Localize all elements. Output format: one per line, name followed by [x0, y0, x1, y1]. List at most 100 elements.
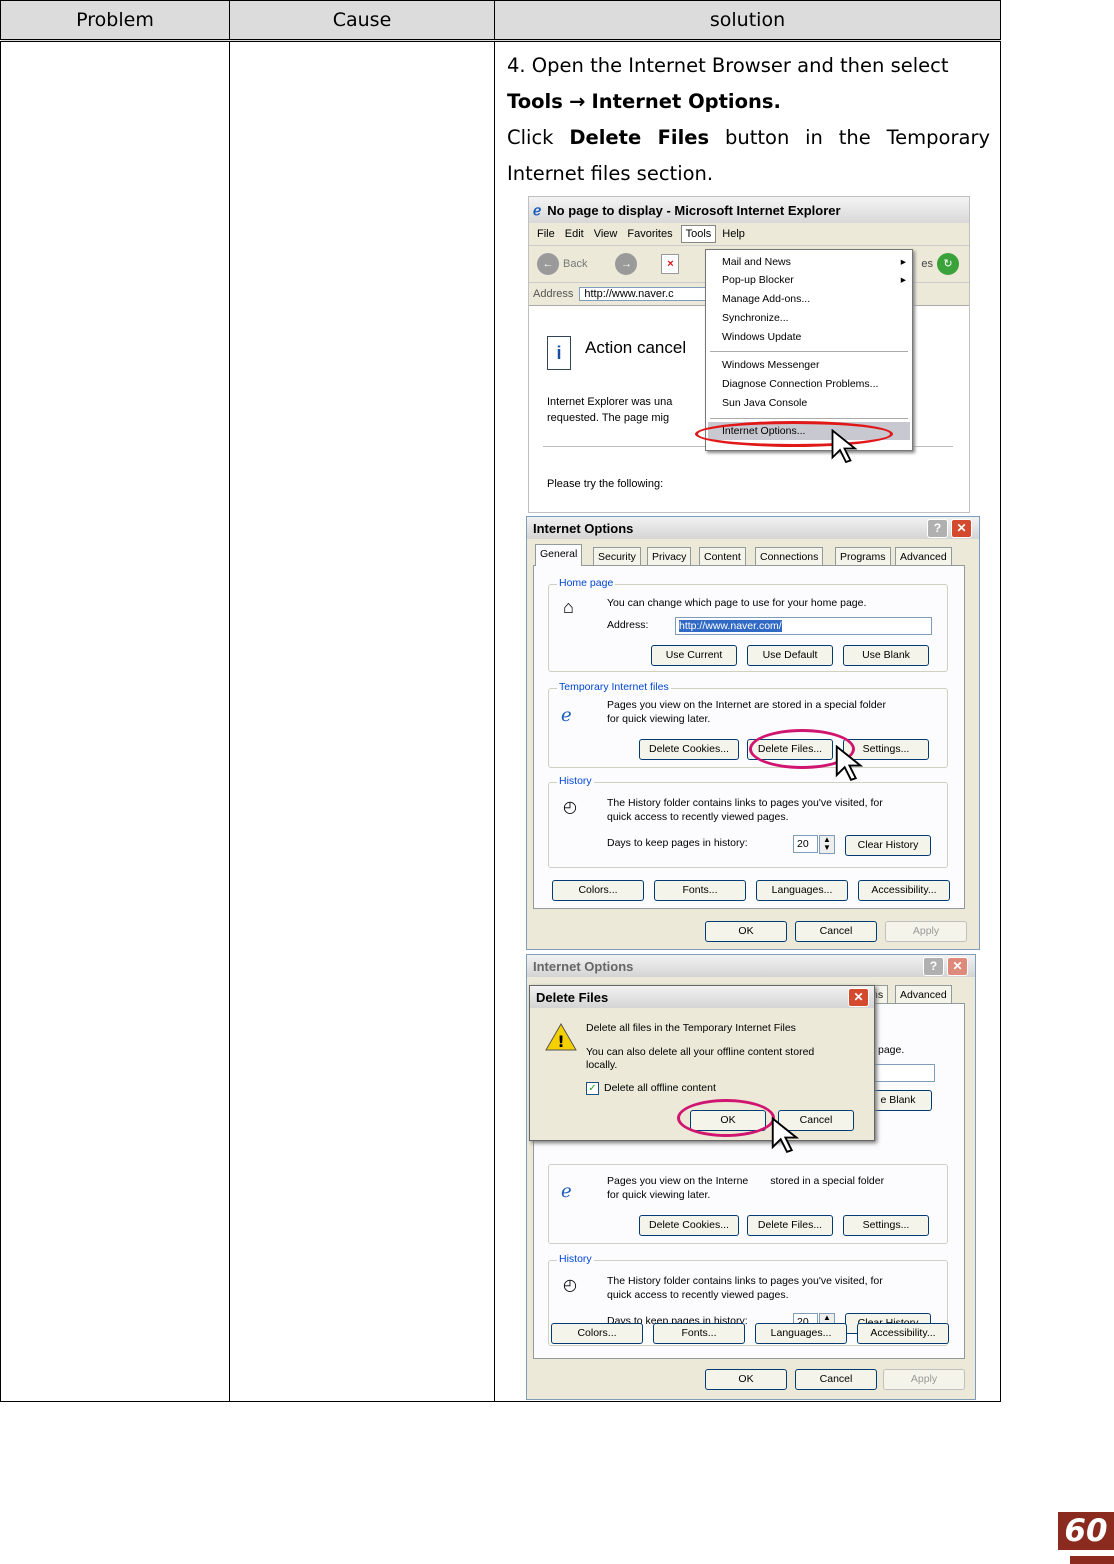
ie-menubar: File Edit View Favorites Tools Help [529, 223, 969, 246]
home-address-input[interactable]: http://www.naver.com/ [675, 617, 932, 635]
menu-item-diagnose[interactable]: Diagnose Connection Problems... [722, 378, 878, 390]
tools-word: Tools [507, 90, 563, 113]
tab-connections[interactable]: Connections [755, 547, 824, 566]
forward-arrow-icon[interactable]: → [615, 253, 638, 275]
stop-icon[interactable]: × [661, 254, 680, 274]
languages-button[interactable]: Languages... [756, 880, 848, 901]
offline-checkbox-label: Delete all offline content [604, 1082, 716, 1094]
history-text-2: quick access to recently viewed pages. [607, 1289, 789, 1301]
home-page-group: Home page ⌂ You can change which page to… [548, 577, 948, 672]
mouse-cursor-icon [835, 745, 864, 781]
clear-history-button[interactable]: Clear History [845, 835, 931, 856]
solution-text: 4. Open the Internet Browser and then se… [507, 48, 990, 192]
page-number: 60 [1058, 1512, 1114, 1550]
menu-favorites[interactable]: Favorites [627, 228, 672, 240]
colors-button[interactable]: Colors... [552, 880, 644, 901]
use-default-button[interactable]: Use Default [747, 645, 833, 666]
menu-item-java[interactable]: Sun Java Console [722, 397, 807, 409]
delete-dialog-titlebar: Delete Files [530, 986, 874, 1008]
cancel-button[interactable]: Cancel [795, 921, 877, 942]
click-word: Click [507, 126, 554, 149]
back-arrow-icon[interactable]: ← [537, 253, 559, 275]
tab-privacy[interactable]: Privacy [647, 547, 692, 566]
mouse-cursor-icon [831, 429, 858, 464]
tab-advanced[interactable]: Advanced [895, 547, 952, 566]
help-icon[interactable]: ? [927, 519, 948, 538]
temp-text-1: Pages you view on the Internet are store… [607, 699, 886, 711]
header-solution: solution [494, 0, 1001, 42]
page-text-2: requested. The page mig [547, 412, 670, 424]
ie-window-screenshot: ℯ No page to display - Microsoft Interne… [528, 196, 970, 513]
days-spinner-icon[interactable]: ▲▼ [819, 835, 835, 854]
header-problem: Problem [0, 0, 230, 42]
info-icon: i [547, 336, 571, 370]
tab-programs[interactable]: Programs [835, 547, 891, 566]
history-icon: ◴ [563, 799, 577, 816]
back-label[interactable]: Back [563, 258, 587, 270]
menu-item-popup[interactable]: Pop-up Blocker [722, 274, 794, 286]
close-icon[interactable]: ✕ [848, 988, 869, 1007]
address-label: Address [533, 288, 574, 300]
behind-text: page. [878, 1044, 905, 1056]
days-input[interactable]: 20 [793, 835, 818, 853]
settings-button[interactable]: Settings... [843, 1215, 929, 1236]
apply-button[interactable]: Apply [885, 921, 967, 942]
page-heading: Action cancel [585, 338, 687, 357]
ok-button[interactable]: OK [705, 921, 787, 942]
tab-security[interactable]: Security [593, 547, 641, 566]
days-label: Days to keep pages in history: [607, 837, 748, 849]
address-input[interactable]: http://www.naver.c [579, 287, 710, 301]
tab-general[interactable]: General [535, 544, 583, 566]
menu-item-mail[interactable]: Mail and News [722, 256, 791, 268]
menu-file[interactable]: File [537, 228, 555, 240]
internet-options-word: Internet Options. [591, 90, 781, 113]
ok-button[interactable]: OK [705, 1369, 787, 1390]
temp-files-group: Temporary Internet files ℯ Pages you vie… [548, 681, 948, 768]
io-title-inactive: Internet Options [533, 958, 634, 974]
home-address-value: http://www.naver.com/ [679, 620, 782, 632]
menu-item-messenger[interactable]: Windows Messenger [722, 359, 819, 371]
cancel-button[interactable]: Cancel [795, 1369, 877, 1390]
accessibility-button[interactable]: Accessibility... [857, 1323, 949, 1344]
menu-item-update[interactable]: Windows Update [722, 331, 801, 343]
offline-checkbox[interactable]: ✓ [586, 1082, 599, 1095]
delete-cookies-button[interactable]: Delete Cookies... [639, 739, 739, 760]
step-line: 4. Open the Internet Browser and then se… [507, 54, 949, 77]
colors-button[interactable]: Colors... [551, 1323, 643, 1344]
menu-item-sync[interactable]: Synchronize... [722, 312, 789, 324]
temp-text-a: Pages you view on the Interne [607, 1175, 749, 1187]
ie-titlebar: ℯ No page to display - Microsoft Interne… [529, 197, 969, 223]
menu-item-addons[interactable]: Manage Add-ons... [722, 293, 810, 305]
menu-help[interactable]: Help [722, 228, 745, 240]
ie-logo-icon: ℯ [533, 201, 542, 218]
address-label: Address: [607, 619, 649, 631]
fonts-button[interactable]: Fonts... [653, 1323, 745, 1344]
temp-files-label: Temporary Internet files [557, 681, 671, 693]
delete-files-screenshot: Internet Options ? ✕ ns Advanced page. e… [526, 954, 976, 1400]
submenu-arrow-icon: ▸ [900, 274, 906, 286]
use-blank-button[interactable]: Use Blank [843, 645, 929, 666]
menu-edit[interactable]: Edit [565, 228, 584, 240]
languages-button[interactable]: Languages... [755, 1323, 847, 1344]
accessibility-button[interactable]: Accessibility... [858, 880, 950, 901]
close-icon[interactable]: ✕ [947, 957, 968, 976]
tab-content[interactable]: Content [699, 547, 746, 566]
history-text-1: The History folder contains links to pag… [607, 1275, 883, 1287]
delete-files-button[interactable]: Delete Files... [747, 1215, 833, 1236]
general-panel: Home page ⌂ You can change which page to… [533, 565, 965, 909]
apply-button[interactable]: Apply [883, 1369, 965, 1390]
delete-cookies-button[interactable]: Delete Cookies... [639, 1215, 739, 1236]
help-icon[interactable]: ? [923, 957, 944, 976]
menu-view[interactable]: View [594, 228, 618, 240]
menu-tools[interactable]: Tools [680, 225, 717, 243]
media-icon[interactable]: ↻ [937, 253, 959, 275]
ie-folder-icon: ℯ [561, 1181, 572, 1201]
submenu-arrow-icon: ▸ [900, 256, 906, 268]
tab-advanced[interactable]: Advanced [895, 985, 952, 1004]
use-current-button[interactable]: Use Current [651, 645, 737, 666]
close-icon[interactable]: ✕ [951, 519, 972, 538]
history-label: History [557, 775, 594, 787]
internet-options-window: Internet Options ? ✕ General Security Pr… [526, 516, 980, 950]
mouse-cursor-icon [771, 1117, 800, 1153]
fonts-button[interactable]: Fonts... [654, 880, 746, 901]
